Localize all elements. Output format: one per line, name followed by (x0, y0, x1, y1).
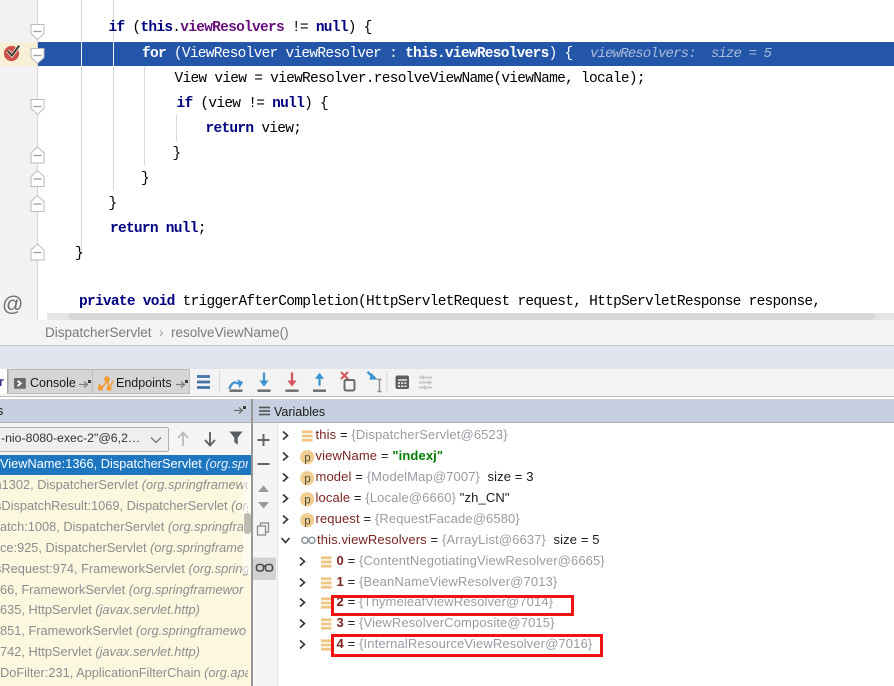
svg-text:p: p (304, 495, 310, 507)
svg-text:p: p (304, 453, 310, 465)
svg-text:p: p (304, 474, 310, 486)
svg-text:p: p (304, 515, 310, 527)
